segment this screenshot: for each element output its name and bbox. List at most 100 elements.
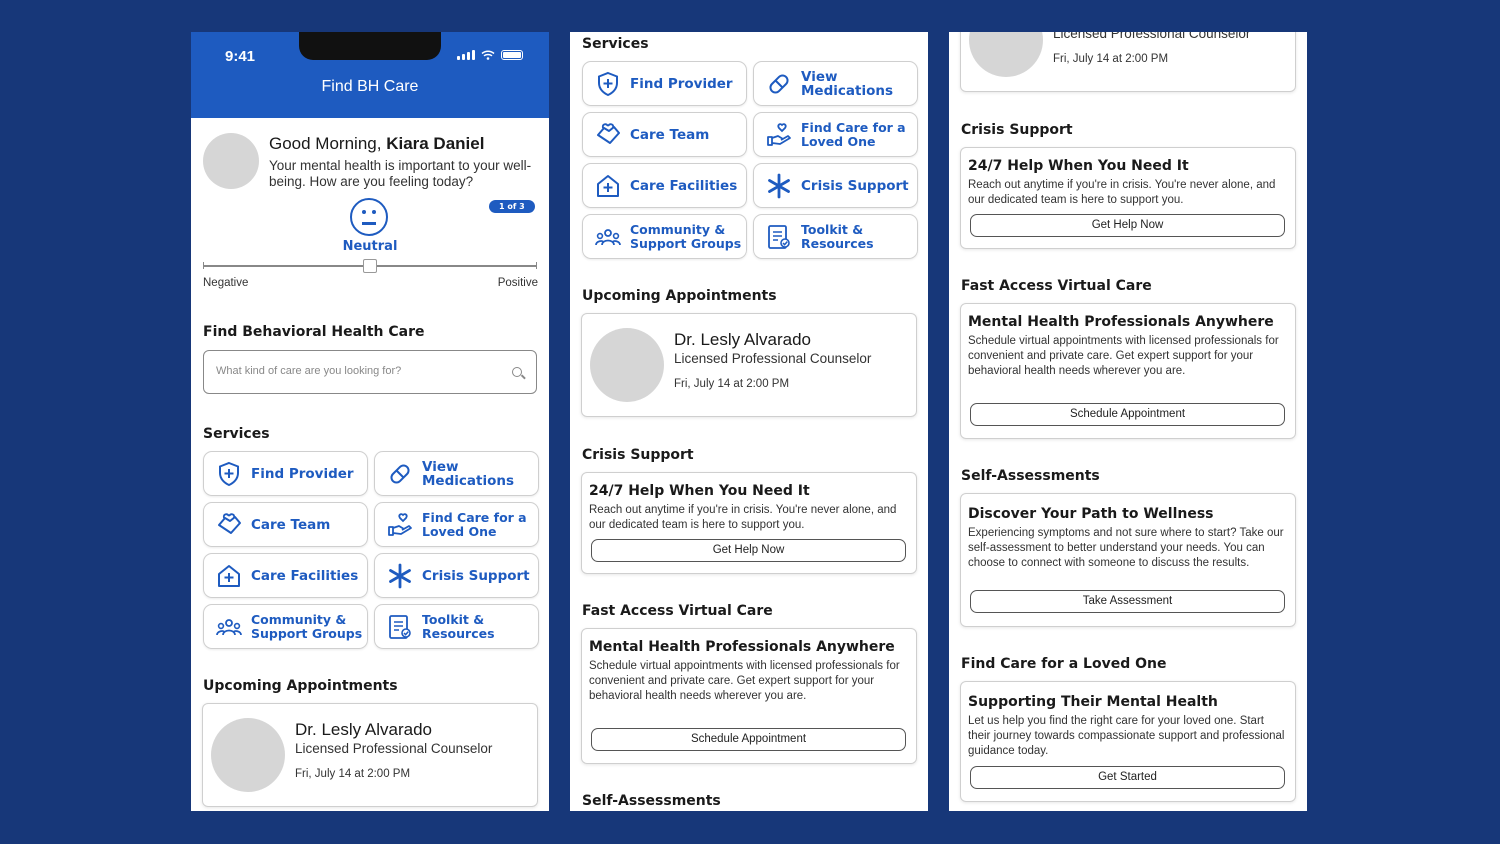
virtual-care-title: Mental Health Professionals Anywhere (589, 639, 895, 655)
services-heading: Services (203, 426, 270, 442)
doctor-avatar (969, 32, 1043, 77)
user-avatar[interactable] (203, 133, 259, 189)
service-find-provider-button[interactable]: Find Provider (203, 451, 368, 496)
service-label: Crisis Support (801, 177, 909, 194)
pill-icon (767, 71, 791, 96)
phone-screen-top: 9:41 Find BH Care Good Morning, Kiara Da… (191, 32, 549, 811)
service-find-provider-button[interactable]: Find Provider (582, 61, 747, 106)
asterisk-icon (389, 563, 411, 588)
phone-screen-bottom: Dr. Lesly Alvarado Licensed Professional… (949, 32, 1307, 811)
doctor-role: Licensed Professional Counselor (295, 741, 493, 756)
virtual-care-body: Schedule virtual appointments with licen… (968, 335, 1279, 377)
services-grid: Find Provider View Medications Care Team Fi… (582, 61, 918, 259)
service-find-care-for-a-loved-one-button[interactable]: Find Care for a Loved One (753, 112, 918, 157)
service-toolkit-and-resources-button[interactable]: Toolkit & Resources (753, 214, 918, 259)
self-assessments-heading: Self-Assessments (582, 793, 721, 809)
crisis-card-body: Reach out anytime if you're in crisis. Y… (589, 504, 897, 531)
service-label: Find Provider (251, 465, 354, 482)
facility-plus-icon (597, 174, 619, 197)
status-icons (457, 50, 523, 60)
mood-label: Neutral (342, 239, 398, 254)
schedule-appointment-button[interactable]: Schedule Appointment (591, 728, 906, 751)
service-label: View Medications (422, 458, 514, 489)
handshake-heart-icon (218, 512, 241, 534)
appointment-time: Fri, July 14 at 2:00 PM (1053, 53, 1169, 65)
loved-one-title: Supporting Their Mental Health (968, 694, 1218, 710)
self-assessment-title: Discover Your Path to Wellness (968, 506, 1214, 522)
step-badge: 1 of 3 (489, 200, 535, 213)
search-placeholder: What kind of care are you looking for? (216, 365, 402, 377)
service-label: View Medications (801, 68, 893, 99)
service-care-team-button[interactable]: Care Team (203, 502, 368, 547)
asterisk-icon (768, 173, 790, 198)
service-crisis-support-button[interactable]: Crisis Support (753, 163, 918, 208)
virtual-care-title: Mental Health Professionals Anywhere (968, 314, 1274, 330)
crisis-heading: Crisis Support (582, 447, 694, 463)
self-assessment-card: Discover Your Path to Wellness Experienc… (960, 493, 1296, 627)
virtual-care-body: Schedule virtual appointments with licen… (589, 660, 900, 702)
service-view-medications-button[interactable]: View Medications (753, 61, 918, 106)
greeting-title: Good Morning, Kiara Daniel (269, 134, 484, 154)
service-care-facilities-button[interactable]: Care Facilities (582, 163, 747, 208)
service-label: Care Team (251, 516, 331, 533)
app-header: 9:41 Find BH Care (191, 32, 549, 118)
service-label: Toolkit & Resources (801, 221, 874, 251)
doctor-role: Licensed Professional Counselor (674, 351, 872, 366)
service-label: Find Provider (630, 75, 733, 92)
appointments-heading: Upcoming Appointments (582, 288, 777, 304)
appointment-time: Fri, July 14 at 2:00 PM (674, 378, 790, 390)
self-assessments-heading: Self-Assessments (961, 468, 1100, 484)
service-find-care-for-a-loved-one-button[interactable]: Find Care for a Loved One (374, 502, 539, 547)
handshake-heart-icon (597, 122, 620, 144)
facility-plus-icon (218, 564, 240, 587)
people-group-icon (216, 618, 242, 636)
schedule-appointment-button[interactable]: Schedule Appointment (970, 403, 1285, 426)
doctor-avatar (590, 328, 664, 402)
service-label: Care Team (630, 126, 710, 143)
loved-one-heading: Find Care for a Loved One (961, 656, 1167, 672)
service-crisis-support-button[interactable]: Crisis Support (374, 553, 539, 598)
document-list-icon (768, 224, 790, 249)
doctor-avatar (211, 718, 285, 792)
mood-slider-thumb[interactable] (363, 259, 377, 273)
service-toolkit-and-resources-button[interactable]: Toolkit & Resources (374, 604, 539, 649)
neutral-face-icon[interactable] (350, 198, 388, 236)
crisis-card-body: Reach out anytime if you're in crisis. Y… (968, 179, 1276, 206)
get-help-now-button[interactable]: Get Help Now (970, 214, 1285, 237)
page-title: Find BH Care (321, 78, 419, 95)
search-icon[interactable] (512, 367, 522, 377)
service-community-and-support-groups-button[interactable]: Community & Support Groups (582, 214, 747, 259)
crisis-card: 24/7 Help When You Need It Reach out any… (581, 472, 917, 574)
phone-notch (299, 32, 441, 60)
wifi-icon (481, 50, 495, 60)
service-label: Care Facilities (630, 177, 738, 194)
appointments-heading: Upcoming Appointments (203, 678, 398, 694)
search-input[interactable]: What kind of care are you looking for? (203, 350, 537, 394)
crisis-heading: Crisis Support (961, 122, 1073, 138)
slider-negative-label: Negative (203, 277, 249, 289)
get-started-button[interactable]: Get Started (970, 766, 1285, 789)
hand-heart-icon (767, 122, 791, 146)
crisis-card: 24/7 Help When You Need It Reach out any… (960, 147, 1296, 249)
take-assessment-button[interactable]: Take Assessment (970, 590, 1285, 613)
status-time: 9:41 (225, 48, 256, 65)
shield-plus-icon (219, 461, 239, 486)
pill-icon (388, 461, 412, 486)
appointment-card[interactable]: Dr. Lesly Alvarado Licensed Professional… (960, 32, 1296, 92)
appointment-card[interactable]: Dr. Lesly Alvarado Licensed Professional… (202, 703, 538, 807)
service-view-medications-button[interactable]: View Medications (374, 451, 539, 496)
greeting-prefix: Good Morning, (269, 134, 387, 153)
crisis-card-title: 24/7 Help When You Need It (589, 483, 810, 499)
battery-icon (501, 50, 523, 60)
crisis-card-title: 24/7 Help When You Need It (968, 158, 1189, 174)
get-help-now-button[interactable]: Get Help Now (591, 539, 906, 562)
appointment-card[interactable]: Dr. Lesly Alvarado Licensed Professional… (581, 313, 917, 417)
service-community-and-support-groups-button[interactable]: Community & Support Groups (203, 604, 368, 649)
doctor-name: Dr. Lesly Alvarado (295, 720, 433, 739)
service-care-facilities-button[interactable]: Care Facilities (203, 553, 368, 598)
shield-plus-icon (598, 71, 618, 96)
virtual-care-card: Mental Health Professionals Anywhere Sch… (960, 303, 1296, 439)
services-heading: Services (582, 36, 649, 52)
greeting-message: Your mental health is important to your … (269, 158, 532, 189)
service-care-team-button[interactable]: Care Team (582, 112, 747, 157)
